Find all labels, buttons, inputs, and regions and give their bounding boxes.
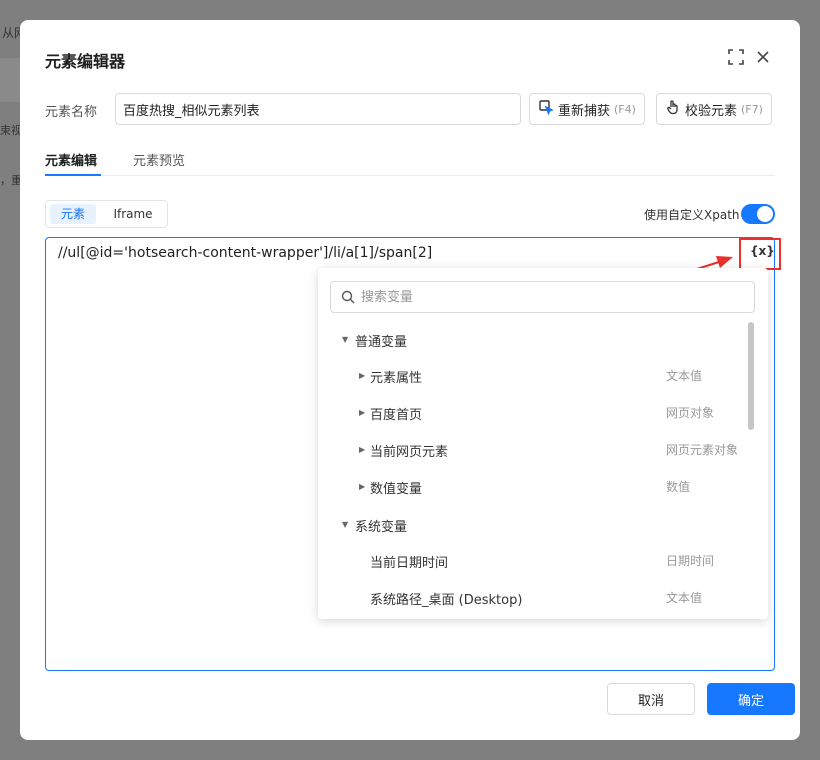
custom-xpath-label: 使用自定义Xpath: [644, 208, 740, 222]
recapture-button[interactable]: 重新捕获 (F4): [529, 93, 645, 125]
variable-item[interactable]: ▶ 元素属性 文本值: [318, 360, 758, 392]
xpath-text: //ul[@id='hotsearch-content-wrapper']/li…: [58, 245, 433, 261]
variable-type: 网页对象: [666, 406, 715, 420]
editor-tabs: 元素编辑 元素预览: [45, 148, 775, 176]
recapture-icon: [538, 99, 554, 119]
variable-type: 文本值: [666, 591, 703, 605]
confirm-button[interactable]: 确定: [707, 683, 795, 715]
variable-type: 网页元素对象: [666, 443, 739, 457]
background-panel-edge: [0, 58, 22, 102]
caret-right-icon: ▶: [359, 408, 366, 417]
variable-group-system[interactable]: ▼ 系统变量: [318, 509, 758, 541]
background-text: 束视: [0, 124, 22, 137]
variable-label: 元素属性: [370, 371, 423, 386]
validate-element-shortcut: (F7): [741, 102, 763, 116]
variable-search-input[interactable]: [330, 281, 755, 313]
variable-type: 数值: [666, 480, 691, 494]
active-tab-indicator: [45, 174, 101, 176]
variable-label: 当前网页元素: [370, 445, 449, 460]
validate-element-label: 校验元素: [685, 103, 738, 119]
variable-group-normal[interactable]: ▼ 普通变量: [318, 324, 758, 356]
variable-type: 文本值: [666, 369, 703, 383]
background-text: ，重: [0, 174, 22, 187]
element-name-input[interactable]: [115, 93, 521, 125]
dialog-title: 元素编辑器: [45, 52, 126, 71]
toggle-knob: [757, 206, 773, 222]
variable-item[interactable]: ▶ 当前网页元素 网页元素对象: [318, 434, 758, 466]
variable-item[interactable]: ▶ 百度首页 网页对象: [318, 397, 758, 429]
variable-item[interactable]: 系统路径_桌面 (Desktop) 文本值: [318, 582, 758, 614]
element-name-label: 元素名称: [45, 105, 98, 120]
variable-label: 当前日期时间: [370, 556, 449, 571]
caret-down-icon: ▼: [342, 335, 349, 344]
mode-segmented-control: 元素 Iframe: [45, 200, 168, 228]
highlight-box: [739, 238, 781, 270]
caret-right-icon: ▶: [359, 371, 366, 380]
recapture-label: 重新捕获: [558, 103, 611, 119]
cancel-button[interactable]: 取消: [607, 683, 695, 715]
caret-down-icon: ▼: [342, 520, 349, 529]
caret-right-icon: ▶: [359, 482, 366, 491]
group-label: 系统变量: [355, 520, 408, 535]
variable-label: 系统路径_桌面 (Desktop): [370, 593, 523, 608]
variable-item[interactable]: 当前日期时间 日期时间: [318, 545, 758, 577]
maximize-icon[interactable]: [727, 48, 745, 66]
tab-element-preview[interactable]: 元素预览: [133, 150, 185, 169]
mode-option-element[interactable]: 元素: [50, 204, 96, 224]
recapture-shortcut: (F4): [614, 102, 636, 116]
custom-xpath-toggle[interactable]: [741, 204, 775, 224]
caret-right-icon: ▶: [359, 445, 366, 454]
variable-dropdown: ▼ 普通变量 ▶ 元素属性 文本值 ▶ 百度首页 网页对象 ▶ 当前网页元素 网…: [318, 268, 768, 619]
mode-option-iframe[interactable]: Iframe: [104, 204, 162, 224]
search-icon: [341, 289, 355, 308]
group-label: 普通变量: [355, 335, 408, 350]
close-icon[interactable]: [754, 48, 772, 66]
variable-label: 百度首页: [370, 408, 423, 423]
variable-label: 数值变量: [370, 482, 423, 497]
variable-type: 日期时间: [666, 554, 715, 568]
tab-element-edit[interactable]: 元素编辑: [45, 150, 97, 169]
variable-item[interactable]: ▶ 数值变量 数值: [318, 471, 758, 503]
validate-element-button[interactable]: 校验元素 (F7): [656, 93, 772, 125]
pointer-hand-icon: [665, 99, 681, 119]
